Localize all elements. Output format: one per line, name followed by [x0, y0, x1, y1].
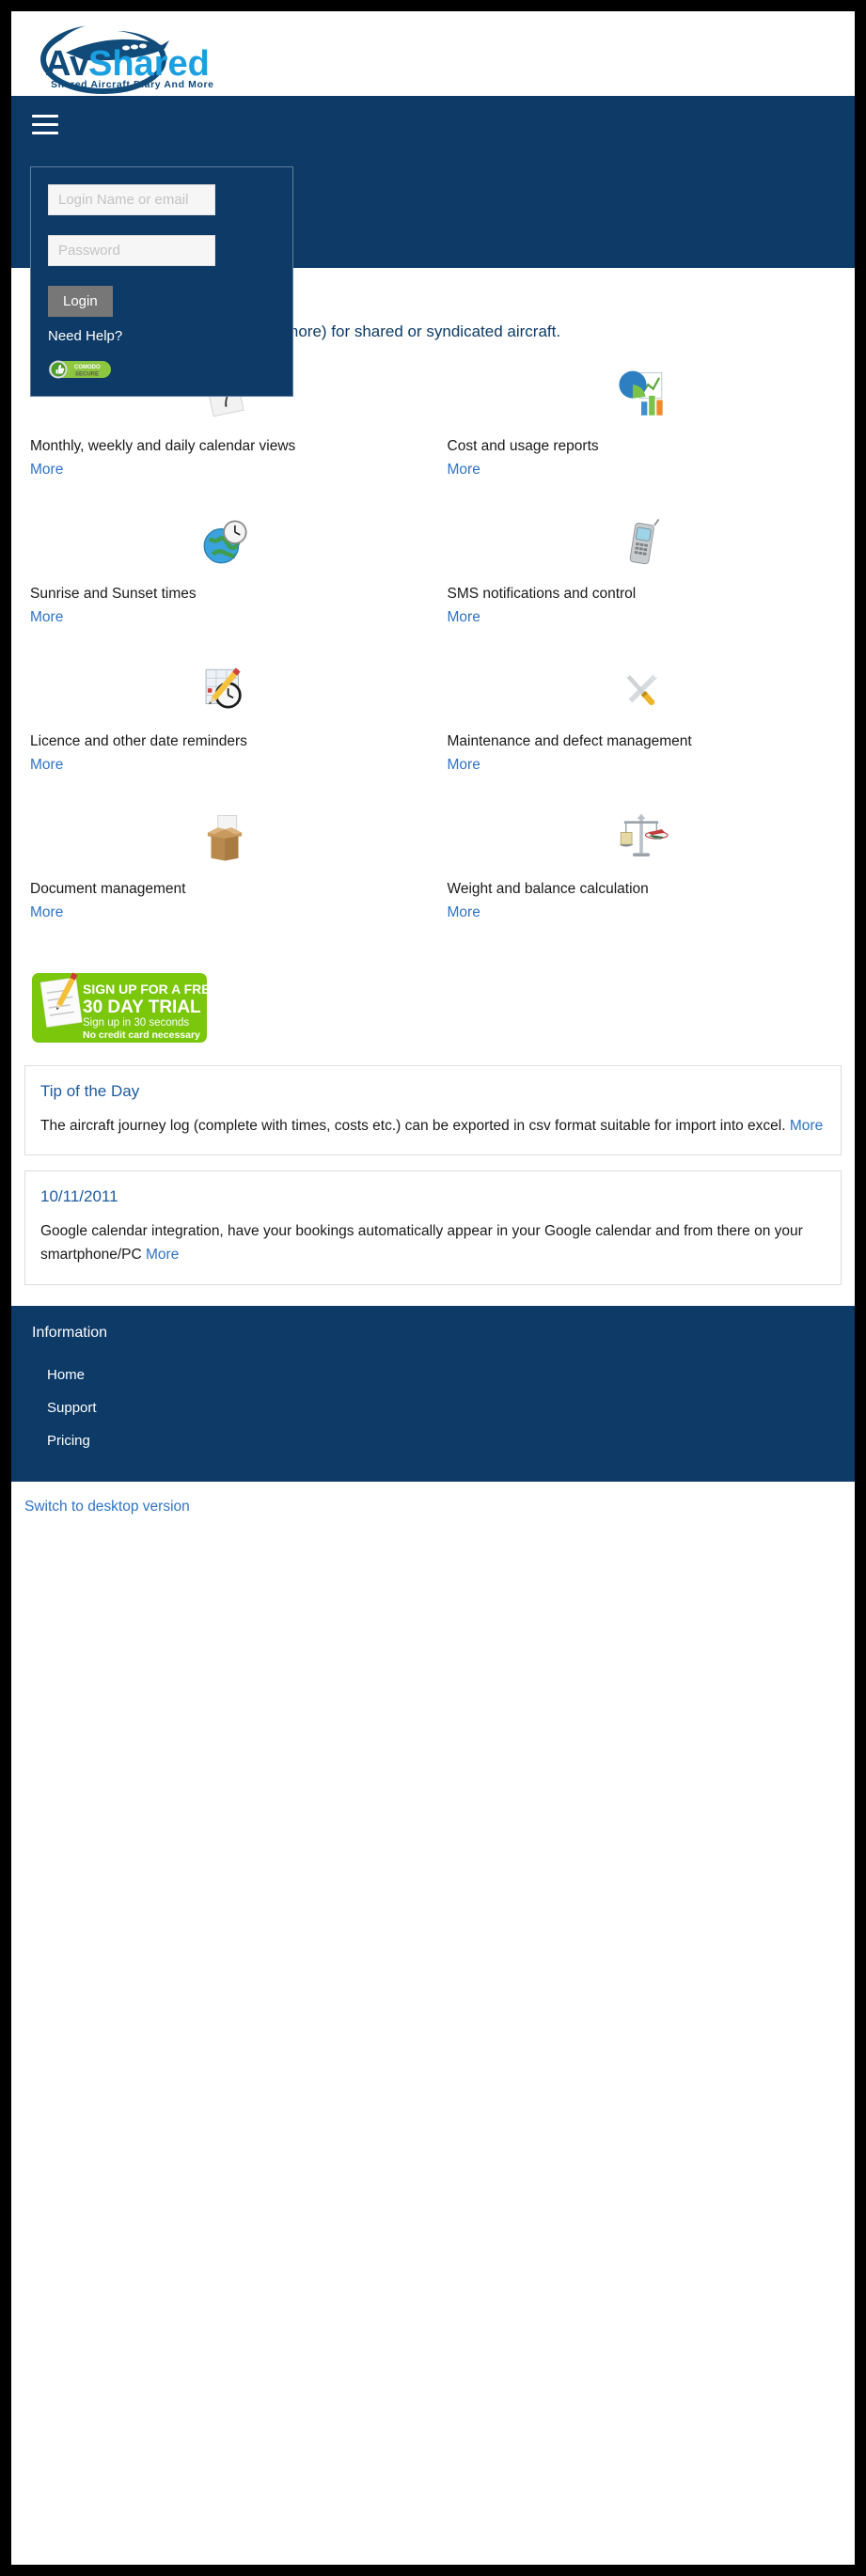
card-body: The aircraft journey log (complete with … — [40, 1114, 826, 1138]
free-trial-banner[interactable]: SIGN UP FOR A FREE 30 DAY TRIAL Sign up … — [30, 971, 209, 1045]
calendar-pencil-clock-icon — [205, 668, 242, 709]
login-dropdown-panel: Login Need Help? COMODO SECURE — [30, 166, 293, 397]
trial-line-3: Sign up in 30 seconds — [83, 1017, 189, 1029]
feature-label: Weight and balance calculation — [447, 881, 649, 898]
mobile-phone-icon — [629, 519, 660, 565]
feature-label: SMS notifications and control — [447, 586, 637, 603]
feature-item: Maintenance and defect management More — [448, 646, 837, 793]
globe-clock-icon — [203, 520, 247, 564]
switch-to-desktop-link[interactable]: Switch to desktop version — [24, 1499, 190, 1515]
card-body: Google calendar integration, have your b… — [40, 1219, 826, 1266]
feature-label: Maintenance and defect management — [447, 733, 692, 750]
avshared-logo-icon: Av Shared Shared Aircraft Diary And More — [40, 24, 214, 94]
feature-label: Sunrise and Sunset times — [30, 586, 197, 603]
scales-aircraft-icon — [619, 813, 669, 857]
feature-more-link[interactable]: More — [448, 609, 480, 625]
footer-title: Information — [32, 1324, 108, 1341]
wrench-screwdriver-icon — [626, 673, 658, 706]
feature-grid: 7 Monthly, weekly and daily calendar vie… — [11, 349, 855, 950]
svg-text:SECURE: SECURE — [75, 372, 99, 378]
card-title: Tip of the Day — [40, 1082, 140, 1101]
info-cards: Tip of the Day The aircraft journey log … — [11, 1061, 855, 1285]
card-body-text: The aircraft journey log (complete with … — [40, 1118, 786, 1135]
trial-banner-section: SIGN UP FOR A FREE 30 DAY TRIAL Sign up … — [11, 950, 855, 1061]
footer-link-home[interactable]: Home — [11, 1359, 855, 1391]
feature-item: Licence and other date reminders More — [30, 646, 419, 793]
login-username-input[interactable] — [48, 184, 215, 215]
footer-link-support[interactable]: Support — [11, 1391, 855, 1424]
svg-text:Shared: Shared — [88, 44, 210, 84]
reports-chart-icon — [619, 370, 663, 416]
card-more-link[interactable]: More — [146, 1247, 179, 1263]
footer: Information Home Support Pricing — [11, 1305, 855, 1482]
feature-label: Cost and usage reports — [447, 438, 599, 455]
feature-item: SMS notifications and control More — [448, 498, 837, 646]
trial-line-2: 30 DAY TRIAL — [83, 997, 201, 1017]
feature-more-link[interactable]: More — [30, 904, 63, 920]
site-header: Av Shared Shared Aircraft Diary And More — [11, 11, 855, 96]
tip-of-the-day-card: Tip of the Day The aircraft journey log … — [24, 1065, 842, 1156]
feature-item: Cost and usage reports More — [448, 351, 837, 498]
site-logo[interactable]: Av Shared Shared Aircraft Diary And More — [30, 24, 275, 94]
svg-text:COMODO: COMODO — [74, 365, 101, 370]
desktop-switch-bar: Switch to desktop version — [11, 1481, 855, 1527]
trial-line-1: SIGN UP FOR A FREE — [83, 982, 209, 997]
need-help-link[interactable]: Need Help? — [48, 328, 276, 344]
card-title: 10/11/2011 — [40, 1187, 118, 1206]
feature-more-link[interactable]: More — [448, 904, 480, 920]
feature-more-link[interactable]: More — [30, 609, 63, 625]
feature-item: Document management More — [30, 793, 419, 941]
feature-label: Document management — [30, 881, 186, 898]
card-more-link[interactable]: More — [790, 1118, 823, 1134]
feature-more-link[interactable]: More — [30, 462, 63, 478]
svg-text:Av: Av — [45, 44, 89, 84]
feature-more-link[interactable]: More — [448, 757, 480, 773]
feature-item: Sunrise and Sunset times More — [30, 498, 419, 646]
news-card: 10/11/2011 Google calendar integration, … — [24, 1170, 842, 1285]
open-box-document-icon — [207, 815, 242, 861]
login-submit-button[interactable]: Login — [48, 286, 113, 317]
hamburger-menu-icon[interactable] — [32, 115, 58, 135]
feature-more-link[interactable]: More — [30, 757, 63, 773]
svg-text:Shared Aircraft Diary And More: Shared Aircraft Diary And More — [51, 79, 214, 90]
feature-label: Monthly, weekly and daily calendar views — [30, 438, 296, 455]
comodo-secure-badge-icon[interactable]: COMODO SECURE — [48, 359, 112, 380]
feature-item: Weight and balance calculation More — [448, 793, 837, 941]
feature-more-link[interactable]: More — [448, 462, 480, 478]
feature-label: Licence and other date reminders — [30, 733, 247, 750]
footer-link-pricing[interactable]: Pricing — [11, 1424, 855, 1457]
trial-line-4: No credit card necessary — [83, 1029, 200, 1041]
page-frame: Av Shared Shared Aircraft Diary And More… — [11, 11, 855, 2565]
login-password-input[interactable] — [48, 235, 215, 266]
